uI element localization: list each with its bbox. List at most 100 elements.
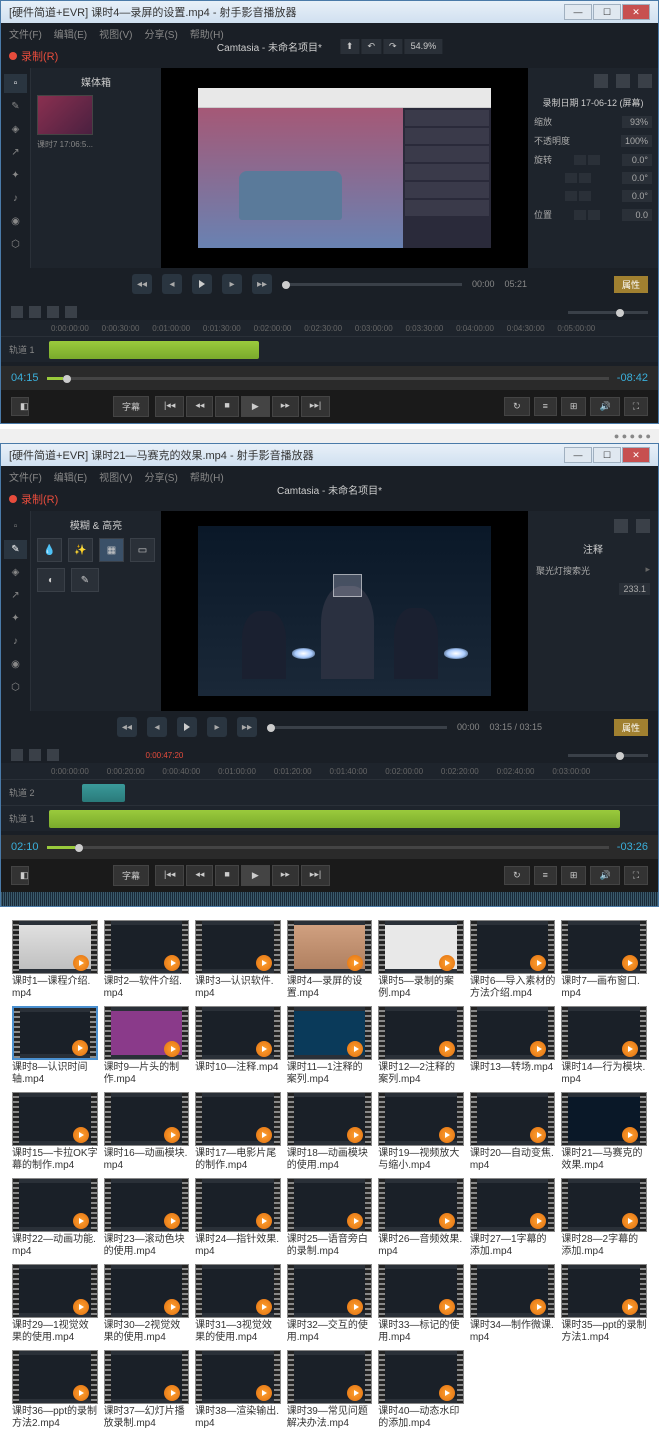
ext-playlist[interactable]: ≡ [534, 866, 557, 885]
fx-focus[interactable]: ▭ [130, 538, 155, 562]
menu-edit[interactable]: 编辑(E) [54, 26, 87, 41]
gallery-item[interactable]: 课时12—2注释的案列.mp4 [378, 1006, 464, 1086]
video-thumbnail[interactable] [12, 1264, 98, 1318]
gallery-item[interactable]: 课时21—马赛克的效果.mp4 [561, 1092, 647, 1172]
sidebar-cursor[interactable]: ✦ [4, 166, 27, 185]
next-button[interactable]: ▸▸ [252, 274, 272, 294]
ext-playlist[interactable]: ≡ [534, 397, 557, 416]
sidebar-behavior[interactable]: ◈ [4, 120, 27, 139]
menu-edit[interactable]: 编辑(E) [54, 469, 87, 484]
timeline-clip-video[interactable] [49, 810, 620, 828]
minimize-button[interactable]: — [564, 4, 592, 20]
sidebar-cursor[interactable]: ✦ [4, 609, 27, 628]
opacity-value[interactable]: 100% [621, 135, 652, 147]
gallery-item[interactable]: 课时29—1视觉效果的使用.mp4 [12, 1264, 98, 1344]
gallery-item[interactable]: 课时8—认识时间轴.mp4 [12, 1006, 98, 1086]
ext-stop[interactable]: ■ [215, 396, 238, 417]
video-thumbnail[interactable] [287, 1264, 373, 1318]
subtitle-button[interactable]: 字幕 [113, 865, 149, 886]
gallery-item[interactable]: 课时37—幻灯片播放录制.mp4 [104, 1350, 190, 1430]
annot-section[interactable]: 聚光灯搜索光 [536, 564, 650, 577]
media-thumbnail[interactable] [37, 95, 93, 135]
sidebar-annotation[interactable]: ✎ [4, 97, 27, 116]
ext-forward[interactable]: ▸▸ [272, 396, 299, 417]
video-thumbnail[interactable] [378, 1092, 464, 1146]
menu-file[interactable]: 文件(F) [9, 26, 42, 41]
video-thumbnail[interactable] [287, 1178, 373, 1232]
gallery-item[interactable]: 课时15—卡拉OK字幕的制作.mp4 [12, 1092, 98, 1172]
step-fwd-button[interactable]: ▸ [207, 717, 227, 737]
next-button[interactable]: ▸▸ [237, 717, 257, 737]
ext-menu-icon[interactable]: ◧ [11, 866, 29, 885]
annot-value[interactable]: 233.1 [619, 583, 650, 595]
gallery-item[interactable]: 课时3—认识软件.mp4 [195, 920, 281, 1000]
gallery-item[interactable]: 课时28—2字幕的添加.mp4 [561, 1178, 647, 1258]
step-fwd-button[interactable]: ▸ [222, 274, 242, 294]
rot-z[interactable]: 0.0° [622, 154, 652, 166]
subtitle-button[interactable]: 字幕 [113, 396, 149, 417]
video-thumbnail[interactable] [195, 1350, 281, 1404]
prev-button[interactable]: ◂◂ [117, 717, 137, 737]
video-thumbnail[interactable] [378, 1350, 464, 1404]
video-thumbnail[interactable] [104, 1178, 190, 1232]
sidebar-visual[interactable]: ◉ [4, 212, 27, 231]
gallery-item[interactable]: 课时10—注释.mp4 [195, 1006, 281, 1086]
step-back-button[interactable]: ◂ [162, 274, 182, 294]
gallery-item[interactable]: 课时14—行为模块.mp4 [561, 1006, 647, 1086]
record-button[interactable]: 录制(R) [9, 491, 58, 507]
redo-btn[interactable]: ↷ [383, 39, 403, 54]
gallery-item[interactable]: 课时6—导入素材的方法介绍.mp4 [470, 920, 556, 1000]
timeline-track-2[interactable]: 轨道 2 [1, 779, 658, 805]
sidebar-audio[interactable]: ♪ [4, 632, 27, 651]
zoom-level[interactable]: 54.9% [405, 39, 443, 54]
gallery-item[interactable]: 课时4—录屏的设置.mp4 [287, 920, 373, 1000]
scale-value[interactable]: 93% [622, 116, 652, 128]
video-thumbnail[interactable] [104, 1006, 190, 1060]
video-thumbnail[interactable] [195, 1178, 281, 1232]
sidebar-annotation[interactable]: ✎ [4, 540, 27, 559]
gallery-item[interactable]: 课时40—动态水印的添加.mp4 [378, 1350, 464, 1430]
gallery-item[interactable]: 课时5—录制的案例.mp4 [378, 920, 464, 1000]
sidebar-media[interactable]: ▫ [4, 517, 27, 536]
video-thumbnail[interactable] [287, 1350, 373, 1404]
props-tab-1[interactable] [594, 74, 608, 88]
video-thumbnail[interactable] [378, 1264, 464, 1318]
video-thumbnail[interactable] [104, 1264, 190, 1318]
video-thumbnail[interactable] [12, 1350, 98, 1404]
ext-prev[interactable]: |◂◂ [155, 865, 184, 886]
tl-tool-cut[interactable] [65, 306, 77, 318]
video-thumbnail[interactable] [195, 920, 281, 974]
ext-settings[interactable]: ⊞ [561, 866, 587, 885]
tl-tool-1[interactable] [11, 749, 23, 761]
tl-zoom[interactable] [568, 311, 648, 314]
menu-help[interactable]: 帮助(H) [190, 469, 224, 484]
gallery-item[interactable]: 课时24—指针效果.mp4 [195, 1178, 281, 1258]
video-thumbnail[interactable] [12, 1092, 98, 1146]
sidebar-media[interactable]: ▫ [4, 74, 27, 93]
sidebar-interact[interactable]: ⬡ [4, 235, 27, 254]
gallery-item[interactable]: 课时22—动画功能.mp4 [12, 1178, 98, 1258]
sidebar-visual[interactable]: ◉ [4, 655, 27, 674]
close-button[interactable]: ✕ [622, 4, 650, 20]
timeline-ruler[interactable]: 0:00:00:000:00:30:000:01:00:00 0:01:30:0… [1, 320, 658, 336]
timeline-ruler[interactable]: 0:00:00:000:00:20:000:00:40:00 0:01:00:0… [1, 763, 658, 779]
menu-view[interactable]: 视图(V) [99, 26, 132, 41]
fx-mosaic[interactable]: ▦ [99, 538, 124, 562]
gallery-item[interactable]: 课时34—制作微课.mp4 [470, 1264, 556, 1344]
ext-stop[interactable]: ■ [215, 865, 238, 886]
ext-fullscreen[interactable]: ⛶ [624, 866, 648, 885]
fx-pen[interactable]: ✎ [71, 568, 99, 592]
video-thumbnail[interactable] [561, 920, 647, 974]
maximize-button[interactable]: ☐ [593, 447, 621, 463]
video-thumbnail[interactable] [195, 1092, 281, 1146]
gallery-item[interactable]: 课时19—视频放大与缩小.mp4 [378, 1092, 464, 1172]
ext-prev[interactable]: |◂◂ [155, 396, 184, 417]
ext-loop[interactable]: ↻ [504, 397, 530, 416]
record-button[interactable]: 录制(R) [9, 48, 58, 64]
video-thumbnail[interactable] [104, 1350, 190, 1404]
gallery-item[interactable]: 课时11—1注释的案列.mp4 [287, 1006, 373, 1086]
props-tab-1[interactable] [614, 519, 628, 533]
gallery-item[interactable]: 课时31—3视觉效果的使用.mp4 [195, 1264, 281, 1344]
properties-button[interactable]: 属性 [614, 276, 648, 293]
close-button[interactable]: ✕ [622, 447, 650, 463]
